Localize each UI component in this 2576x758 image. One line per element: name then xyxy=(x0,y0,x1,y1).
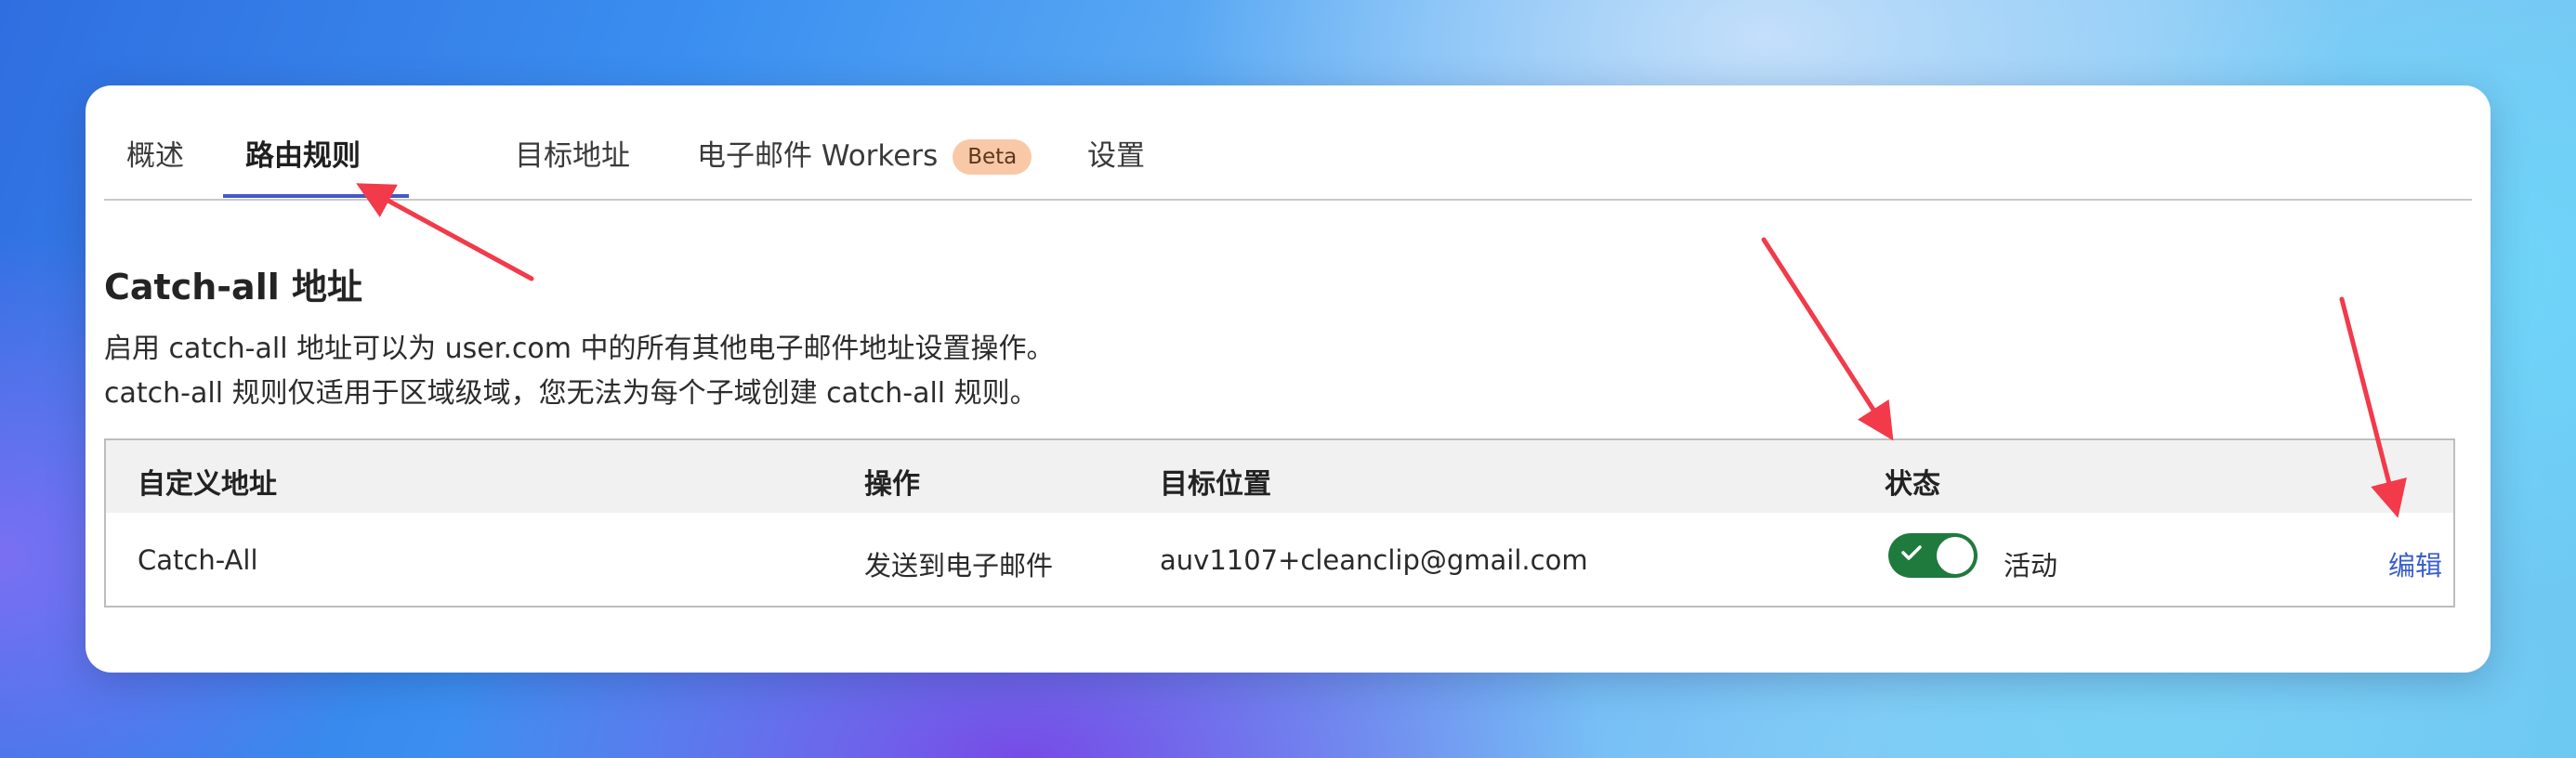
tab-destination-addresses[interactable]: 目标地址 xyxy=(515,132,630,199)
cell-action: 发送到电子邮件 xyxy=(864,550,1054,582)
toggle-knob xyxy=(1937,537,1974,574)
cell-destination: auv1107+cleanclip@gmail.com xyxy=(1160,544,1588,576)
tab-email-workers-label: 电子邮件 Workers xyxy=(697,139,939,173)
section-title: Catch-all 地址 xyxy=(104,267,362,307)
cell-address: Catch-All xyxy=(138,544,258,576)
section-description-line-2: catch-all 规则仅适用于区域级域，您无法为每个子域创建 catch-al… xyxy=(104,377,1038,410)
check-icon xyxy=(1901,545,1922,560)
beta-badge: Beta xyxy=(953,139,1032,175)
tab-bar: 概述 路由规则 目标地址 电子邮件 Workers Beta 设置 xyxy=(104,85,2472,201)
tab-settings[interactable]: 设置 xyxy=(1087,132,1145,199)
header-status: 状态 xyxy=(1885,468,1940,501)
status-label: 活动 xyxy=(2004,550,2058,582)
edit-link[interactable]: 编辑 xyxy=(2388,544,2442,583)
status-toggle[interactable] xyxy=(1888,533,1978,578)
email-routing-card: 概述 路由规则 目标地址 电子邮件 Workers Beta 设置 Catch-a… xyxy=(85,85,2491,673)
tab-routing-rules[interactable]: 路由规则 xyxy=(245,132,361,199)
header-destination: 目标位置 xyxy=(1160,468,1271,501)
catch-all-table: 自定义地址 操作 目标位置 状态 Catch-All 发送到电子邮件 auv11… xyxy=(104,438,2455,608)
tab-overview[interactable]: 概述 xyxy=(126,132,184,199)
section-description-line-1: 启用 catch-all 地址可以为 user.com 中的所有其他电子邮件地址… xyxy=(104,333,1055,365)
tab-email-workers[interactable]: 电子邮件 Workers Beta xyxy=(697,132,1032,199)
table-header: 自定义地址 操作 目标位置 状态 xyxy=(106,440,2453,513)
header-custom-address: 自定义地址 xyxy=(138,468,277,501)
header-action: 操作 xyxy=(864,468,920,501)
active-tab-indicator xyxy=(223,194,409,198)
